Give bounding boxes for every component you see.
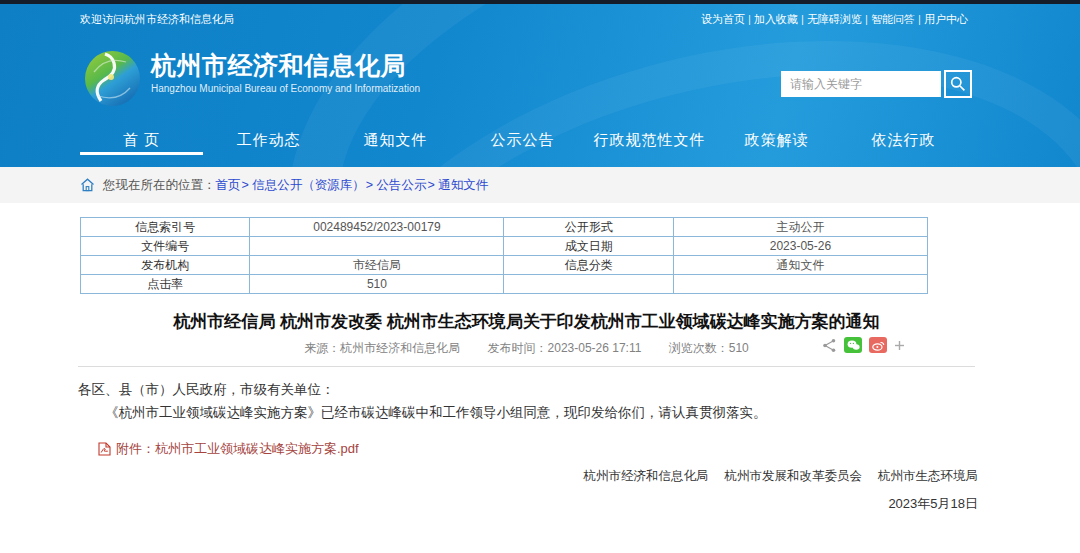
article-title: 杭州市经信局 杭州市发改委 杭州市生态环境局关于印发杭州市工业领域碳达峰实施方案… bbox=[78, 310, 975, 333]
nav-law-admin[interactable]: 依法行政 bbox=[840, 121, 967, 167]
date-written-label: 成文日期 bbox=[504, 237, 673, 256]
main-nav: 首 页 工作动态 通知文件 公示公告 行政规范性文件 政策解读 依法行政 bbox=[78, 121, 967, 167]
publisher-value: 市经信局 bbox=[250, 256, 504, 275]
breadcrumb-announcements[interactable]: 公告公示 bbox=[377, 177, 439, 194]
date-written-value: 2023-05-26 bbox=[673, 237, 927, 256]
info-category-value: 通知文件 bbox=[673, 256, 927, 275]
publisher-label: 发布机构 bbox=[81, 256, 250, 275]
home-icon bbox=[80, 178, 95, 192]
breadcrumb-info-disclosure[interactable]: 信息公开（资源库） bbox=[252, 177, 376, 194]
click-rate-value: 510 bbox=[250, 275, 504, 294]
top-utility-bar: 欢迎访问杭州市经济和信息化局 设为首页 加入收藏 无障碍浏览 智能问答 用户中心 bbox=[0, 4, 1080, 34]
user-center-link[interactable]: 用户中心 bbox=[915, 12, 968, 27]
attachment-label[interactable]: 附件：杭州市工业领域碳达峰实施方案.pdf bbox=[116, 440, 359, 458]
empty-value-cell bbox=[673, 275, 927, 294]
pdf-icon bbox=[98, 442, 111, 456]
info-category-label: 信息分类 bbox=[504, 256, 673, 275]
info-index-value: 002489452/2023-00179 bbox=[250, 218, 504, 237]
open-form-value: 主动公开 bbox=[673, 218, 927, 237]
site-brand: 杭州市经济和信息化局 Hangzhou Municipal Bureau of … bbox=[84, 50, 420, 107]
add-favorite-link[interactable]: 加入收藏 bbox=[745, 12, 798, 27]
click-rate-label: 点击率 bbox=[81, 275, 250, 294]
open-form-label: 公开形式 bbox=[504, 218, 673, 237]
breadcrumb-notice-files[interactable]: 通知文件 bbox=[438, 177, 488, 194]
table-row: 点击率 510 bbox=[81, 275, 928, 294]
site-subtitle: Hangzhou Municipal Bureau of Economy and… bbox=[151, 83, 420, 94]
nav-policy-interpretation[interactable]: 政策解读 bbox=[713, 121, 840, 167]
share-nodes-icon[interactable] bbox=[822, 338, 837, 353]
wechat-share-icon[interactable] bbox=[844, 337, 862, 353]
article-publish-time: 发布时间：2023-05-26 17:11 bbox=[488, 341, 642, 355]
site-title: 杭州市经济和信息化局 bbox=[151, 50, 420, 81]
search-input[interactable] bbox=[781, 71, 941, 97]
breadcrumb-prefix: 您现在所在的位置： bbox=[103, 177, 216, 194]
article-meta: 来源：杭州市经济和信息化局 发布时间：2023-05-26 17:11 浏览次数… bbox=[78, 340, 975, 357]
document-info-table: 信息索引号 002489452/2023-00179 公开形式 主动公开 文件编… bbox=[80, 217, 928, 294]
nav-home[interactable]: 首 页 bbox=[78, 121, 205, 167]
nav-regulatory-docs[interactable]: 行政规范性文件 bbox=[586, 121, 713, 167]
search-button[interactable] bbox=[944, 70, 972, 98]
body-paragraph: 《杭州市工业领域碳达峰实施方案》已经市碳达峰碳中和工作领导小组同意，现印发给你们… bbox=[78, 404, 975, 422]
set-homepage-link[interactable]: 设为首页 bbox=[701, 12, 745, 27]
share-bar bbox=[822, 337, 905, 353]
nav-work-news[interactable]: 工作动态 bbox=[205, 121, 332, 167]
article-content: 信息索引号 002489452/2023-00179 公开形式 主动公开 文件编… bbox=[0, 217, 975, 513]
empty-label-cell bbox=[504, 275, 673, 294]
divider bbox=[78, 366, 975, 367]
weibo-share-icon[interactable] bbox=[869, 337, 887, 353]
more-share-icon[interactable] bbox=[894, 340, 905, 351]
info-index-label: 信息索引号 bbox=[81, 218, 250, 237]
welcome-text: 欢迎访问杭州市经济和信息化局 bbox=[80, 12, 234, 27]
article-views: 浏览次数：510 bbox=[669, 341, 749, 355]
nav-announcements[interactable]: 公示公告 bbox=[459, 121, 586, 167]
table-row: 信息索引号 002489452/2023-00179 公开形式 主动公开 bbox=[81, 218, 928, 237]
bureau-logo-icon bbox=[84, 50, 141, 107]
doc-number-value bbox=[250, 237, 504, 256]
utility-links: 设为首页 加入收藏 无障碍浏览 智能问答 用户中心 bbox=[701, 12, 968, 27]
signature-line: 杭州市经济和信息化局 杭州市发展和改革委员会 杭州市生态环境局 bbox=[78, 468, 978, 485]
signature-date: 2023年5月18日 bbox=[78, 495, 978, 513]
salutation: 各区、县（市）人民政府，市级有关单位： bbox=[78, 381, 975, 399]
table-row: 发布机构 市经信局 信息分类 通知文件 bbox=[81, 256, 928, 275]
attachment-link[interactable]: 附件：杭州市工业领域碳达峰实施方案.pdf bbox=[98, 440, 975, 458]
accessibility-link[interactable]: 无障碍浏览 bbox=[798, 12, 862, 27]
breadcrumb: 您现在所在的位置： 首页 信息公开（资源库） 公告公示 通知文件 bbox=[0, 167, 1080, 203]
doc-number-label: 文件编号 bbox=[81, 237, 250, 256]
magnifier-icon bbox=[950, 76, 966, 92]
site-search bbox=[781, 70, 972, 98]
smart-qa-link[interactable]: 智能问答 bbox=[862, 12, 915, 27]
nav-notices[interactable]: 通知文件 bbox=[332, 121, 459, 167]
article-source: 来源：杭州市经济和信息化局 bbox=[304, 341, 460, 355]
site-header: 欢迎访问杭州市经济和信息化局 设为首页 加入收藏 无障碍浏览 智能问答 用户中心 bbox=[0, 4, 1080, 167]
table-row: 文件编号 成文日期 2023-05-26 bbox=[81, 237, 928, 256]
breadcrumb-home[interactable]: 首页 bbox=[216, 177, 253, 194]
